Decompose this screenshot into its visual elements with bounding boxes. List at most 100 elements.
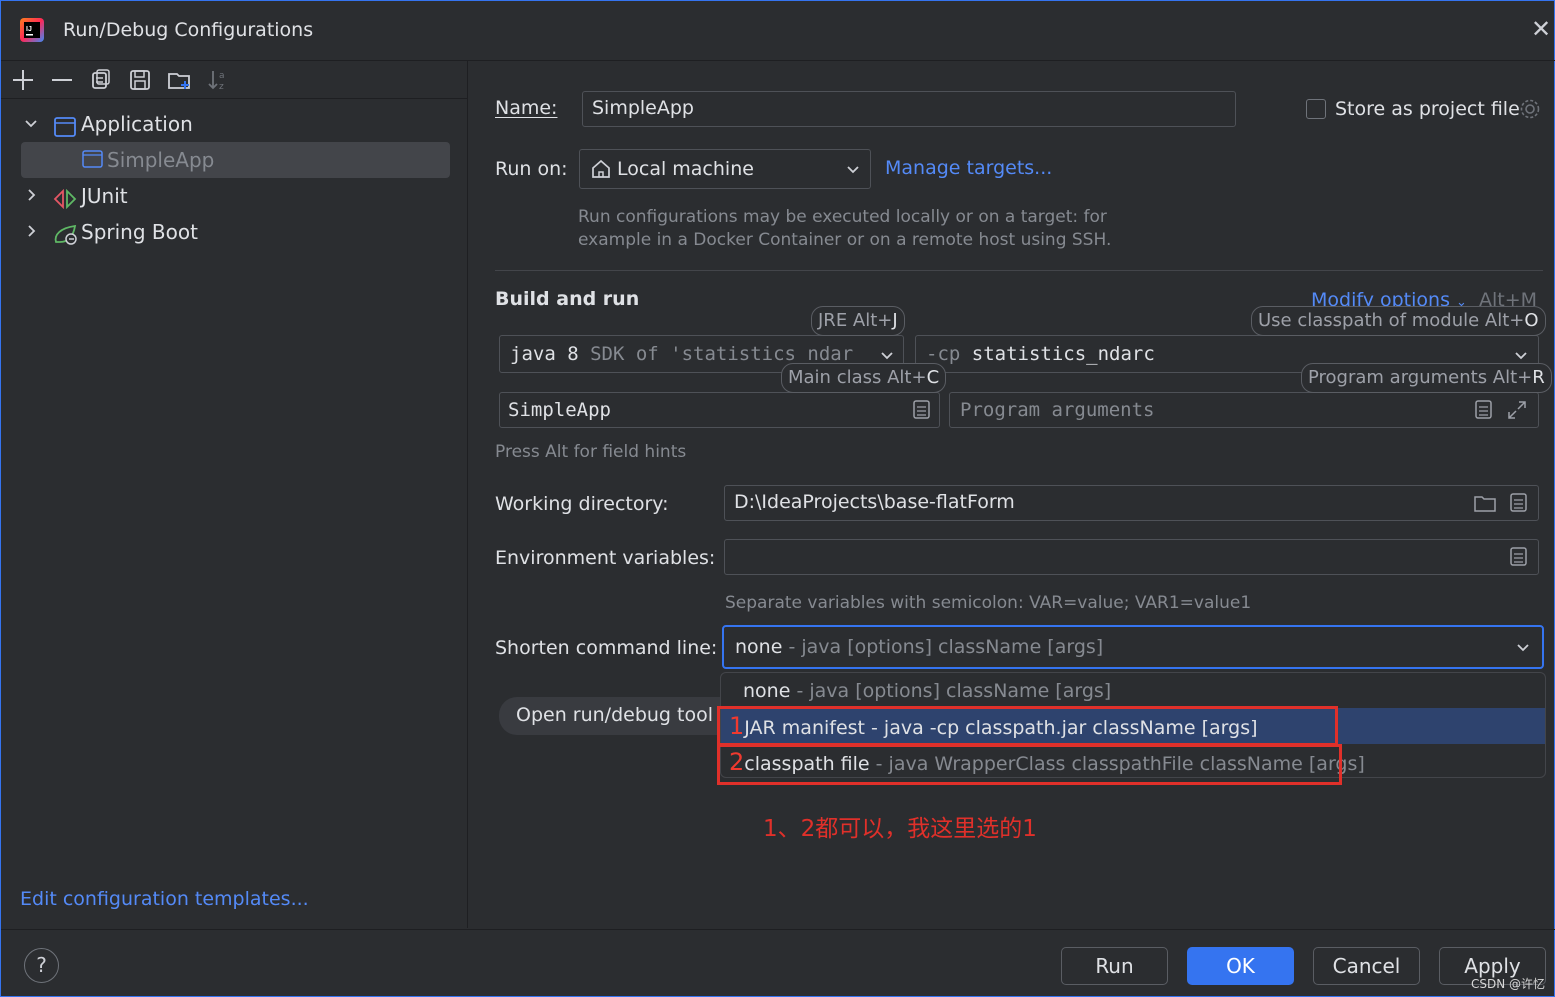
name-field[interactable]: SimpleApp <box>582 91 1236 127</box>
tree-node-simpleapp[interactable]: SimpleApp <box>21 142 450 178</box>
chevron-down-icon <box>1514 638 1532 661</box>
ok-button[interactable]: OK <box>1187 947 1294 985</box>
close-icon[interactable]: ✕ <box>1531 15 1551 43</box>
title-bar: IJ Run/Debug Configurations ✕ <box>1 1 1555 61</box>
tree-node-junit[interactable]: JUnit <box>1 179 468 213</box>
tree-node-application[interactable]: Application <box>1 107 468 141</box>
hint-text: Main class Alt+ <box>788 367 927 388</box>
tree-node-label: JUnit <box>81 184 128 208</box>
sort-icon[interactable]: az <box>205 67 231 93</box>
open-run-debug-tool-button[interactable]: Open run/debug tool w <box>499 697 739 735</box>
tree-node-label: Spring Boot <box>81 220 198 244</box>
main-class-value: SimpleApp <box>508 399 611 421</box>
working-directory-field[interactable]: D:\IdeaProjects\base-flatForm <box>724 485 1539 521</box>
copy-icon[interactable] <box>88 67 114 93</box>
name-label: Name: <box>495 97 558 119</box>
annotation-text: 1、2都可以，我这里选的1 <box>763 816 1037 842</box>
annotation-box-2 <box>717 744 1342 785</box>
hint-key: R <box>1532 367 1545 388</box>
separator <box>495 270 1543 271</box>
folder-icon[interactable] <box>1473 492 1497 519</box>
store-as-project-file-checkbox[interactable] <box>1306 99 1326 119</box>
home-icon <box>590 158 612 185</box>
application-icon <box>54 114 76 137</box>
environment-variables-field[interactable] <box>724 539 1539 575</box>
watermark: CSDN @许忆 <box>1471 977 1546 991</box>
store-as-project-file-label[interactable]: Store as project file <box>1335 98 1520 120</box>
tree-toolbar: az <box>1 61 468 99</box>
remove-icon[interactable] <box>49 67 75 93</box>
hint-key: C <box>926 367 940 388</box>
manage-targets-link[interactable]: Manage targets... <box>885 157 1052 179</box>
classpath-prefix: -cp <box>926 343 961 365</box>
tree-node-label: Application <box>81 112 193 136</box>
save-icon[interactable] <box>127 67 153 93</box>
dropdown-option-none[interactable]: none - java [options] className [args] <box>721 673 1545 709</box>
new-folder-icon[interactable] <box>166 67 192 93</box>
svg-text:IJ: IJ <box>26 26 32 33</box>
shorten-command-line-select[interactable]: none - java [options] className [args] <box>722 625 1544 669</box>
application-config-icon <box>82 150 104 170</box>
shorten-command-line-label: Shorten command line: <box>495 637 718 659</box>
browse-list-icon[interactable] <box>912 399 932 426</box>
spring-boot-icon <box>53 222 77 245</box>
jre-value: java 8 SDK of 'statistics_ndar <box>510 343 853 365</box>
browse-list-icon[interactable] <box>1474 399 1494 426</box>
chevron-right-icon[interactable] <box>23 215 43 261</box>
dialog-footer: ? Run OK Cancel Apply CSDN @许忆 <box>1 929 1555 997</box>
cancel-button[interactable]: Cancel <box>1313 947 1420 985</box>
run-button[interactable]: Run <box>1061 947 1168 985</box>
program-arguments-placeholder: Program arguments <box>960 399 1155 421</box>
chevron-down-icon <box>844 160 862 183</box>
add-icon[interactable] <box>10 67 36 93</box>
classpath-value: -cp statistics_ndarc <box>926 343 1155 365</box>
junit-icon <box>53 186 77 210</box>
jre-java-version: java 8 <box>510 343 579 365</box>
window-title: Run/Debug Configurations <box>63 19 314 41</box>
tree-node-label: SimpleApp <box>107 148 215 172</box>
hint-key: O <box>1524 310 1539 331</box>
hint-key: J <box>892 310 898 331</box>
option-desc: - java [options] className [args] <box>790 680 1112 702</box>
environment-variables-hint: Separate variables with semicolon: VAR=v… <box>725 593 1252 613</box>
run-on-hint-line2: example in a Docker Container or on a re… <box>578 230 1112 250</box>
help-icon: ? <box>36 953 47 977</box>
shorten-option-desc: - java [options] className [args] <box>782 636 1104 658</box>
run-debug-configurations-dialog: IJ Run/Debug Configurations ✕ a z Applic… <box>0 0 1555 997</box>
classpath-hint-badge: Use classpath of module Alt+O <box>1251 306 1546 336</box>
option-text: none - java [options] className [args] <box>743 673 1111 709</box>
run-on-label: Run on: <box>495 158 568 180</box>
program-arguments-field[interactable]: Program arguments <box>949 392 1539 428</box>
expand-icon[interactable] <box>1506 399 1528 426</box>
edit-configuration-templates-link[interactable]: Edit configuration templates... <box>20 888 309 910</box>
configurations-tree-panel: az Application SimpleApp JUnit Spring Bo… <box>1 61 468 928</box>
hint-text: JRE Alt+ <box>818 310 893 331</box>
shorten-option-main: none <box>735 636 783 658</box>
browse-list-icon[interactable] <box>1509 546 1529 573</box>
gear-icon[interactable] <box>1519 98 1541 125</box>
name-field-value: SimpleApp <box>592 97 694 119</box>
classpath-module: statistics_ndarc <box>971 343 1155 365</box>
working-directory-value: D:\IdeaProjects\base-flatForm <box>734 491 1015 513</box>
open-run-debug-tool-label: Open run/debug tool w <box>516 704 735 726</box>
annotation-box-1 <box>717 706 1338 746</box>
svg-text:a: a <box>219 71 225 81</box>
option-main: none <box>743 680 791 702</box>
jre-sdk-description: SDK of 'statistics_ndar <box>590 343 854 365</box>
main-class-field[interactable]: SimpleApp <box>499 392 940 428</box>
hint-text: Program arguments Alt+ <box>1308 367 1533 388</box>
hint-text: Use classpath of module Alt+ <box>1258 310 1525 331</box>
jre-hint-badge: JRE Alt+J <box>811 306 905 336</box>
main-class-hint-badge: Main class Alt+C <box>781 363 947 393</box>
tree-node-spring-boot[interactable]: Spring Boot <box>1 215 468 249</box>
run-on-hint-line1: Run configurations may be executed local… <box>578 207 1107 227</box>
environment-variables-label: Environment variables: <box>495 547 716 569</box>
run-on-select[interactable]: Local machine <box>579 149 871 189</box>
configuration-editor: Name: SimpleApp Store as project file Ru… <box>469 61 1555 928</box>
shorten-command-line-value: none - java [options] className [args] <box>735 636 1103 658</box>
build-and-run-heading: Build and run <box>495 288 640 310</box>
program-arguments-hint-badge: Program arguments Alt+R <box>1301 363 1552 393</box>
help-button[interactable]: ? <box>24 948 59 983</box>
run-on-value: Local machine <box>617 158 754 180</box>
browse-list-icon[interactable] <box>1509 492 1529 519</box>
